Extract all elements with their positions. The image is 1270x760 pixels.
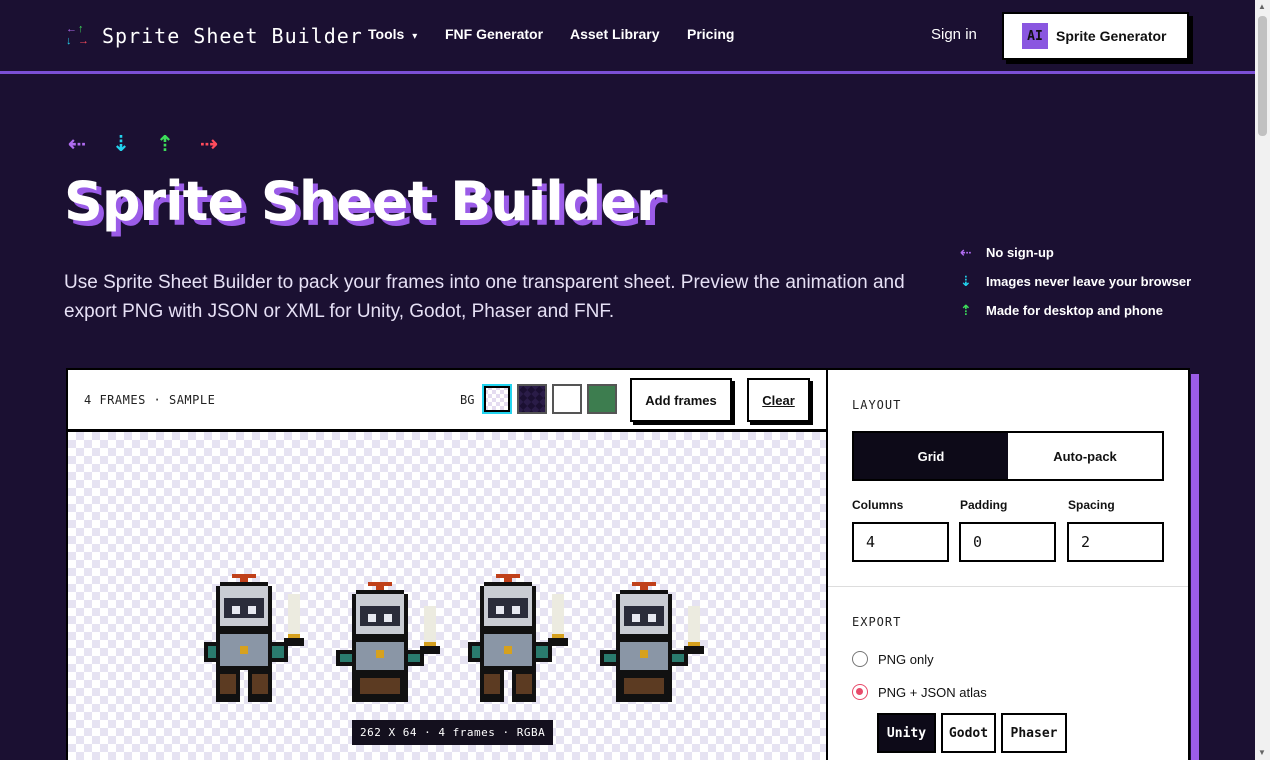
sprite-editor-panel: 4 FRAMES · SAMPLE BG Add frames Clear 26… [66,368,828,760]
scroll-down-icon[interactable]: ▼ [1258,748,1266,757]
bg-label: BG [460,393,475,407]
up-arrow-icon: ⇡ [960,302,972,318]
logo-arrows-icon: ← ↑ ↓ → [66,23,89,47]
bg-swatch-white[interactable] [552,384,582,414]
radio-selected-icon [852,684,868,700]
hero-description: Use Sprite Sheet Builder to pack your fr… [64,272,905,322]
feature-item: ⇠ No sign-up [960,238,1191,267]
chevron-down-icon: ▾ [412,31,418,42]
sprite-generator-label: Sprite Generator [1056,28,1167,44]
feature-item: ⇡ Made for desktop and phone [960,296,1191,325]
down-arrow-icon: ⇣ [960,273,972,289]
clear-button[interactable]: Clear [747,378,810,422]
divider [828,586,1188,587]
sign-in-link[interactable]: Sign in [931,26,977,43]
logo-text: Sprite Sheet Builder [102,24,363,48]
bg-swatch-dark[interactable] [517,384,547,414]
logo[interactable]: ← ↑ ↓ → Sprite Sheet Builder [66,23,363,49]
sprite-frame [600,582,704,702]
columns-input[interactable]: 4 [852,522,949,562]
radio-icon [852,651,868,667]
editor-toolbar: 4 FRAMES · SAMPLE BG Add frames Clear [68,370,826,432]
engine-phaser-button[interactable]: Phaser [1001,713,1067,753]
bg-swatch-checker[interactable] [482,384,512,414]
sprite-frame [204,574,304,702]
right-arrow-icon: ⇢ [199,131,219,156]
left-arrow-icon: ⇠ [960,244,972,260]
down-arrow-icon: ⇣ [111,131,131,156]
page-title: Sprite Sheet Builder [64,170,663,233]
padding-input[interactable]: 0 [959,522,1056,562]
left-arrow-icon: ⇠ [67,131,87,156]
nav-link-fnf-generator[interactable]: FNF Generator [445,26,543,42]
sprite-frame [336,582,440,702]
add-frames-button[interactable]: Add frames [630,378,732,422]
feature-text: Made for desktop and phone [986,303,1163,318]
settings-panel: LAYOUT Grid Auto-pack Columns Padding Sp… [828,368,1190,760]
nav-link-pricing[interactable]: Pricing [687,26,734,42]
spacing-label: Spacing [1068,498,1115,512]
columns-label: Columns [852,498,904,512]
top-nav: ← ↑ ↓ → Sprite Sheet Builder Tools ▾ FNF… [0,0,1255,74]
nav-link-asset-library[interactable]: Asset Library [570,26,659,42]
feature-list: ⇠ No sign-up ⇣ Images never leave your b… [960,238,1191,325]
spacing-input[interactable]: 2 [1067,522,1164,562]
export-section-label: EXPORT [852,615,902,629]
layout-toggle: Grid Auto-pack [852,431,1164,481]
nav-link-tools[interactable]: Tools ▾ [368,26,417,42]
layout-grid-option[interactable]: Grid [854,433,1008,479]
nav-link-label: Tools [368,26,405,42]
scroll-up-icon[interactable]: ▲ [1258,2,1266,11]
bg-swatch-green[interactable] [587,384,617,414]
frames-count-label: 4 FRAMES · SAMPLE [84,393,216,407]
accent-bar [1191,374,1199,760]
layout-section-label: LAYOUT [852,398,902,412]
feature-item: ⇣ Images never leave your browser [960,267,1191,296]
engine-unity-button[interactable]: Unity [877,713,936,753]
padding-label: Padding [960,498,1008,512]
export-png-only-option[interactable]: PNG only [852,651,934,667]
layout-autopack-option[interactable]: Auto-pack [1008,433,1162,479]
feature-text: Images never leave your browser [986,274,1192,289]
hero-arrows: ⇠ ⇣ ⇡ ⇢ [66,132,220,156]
ai-badge-icon: AI [1022,23,1048,49]
radio-label: PNG + JSON atlas [878,684,987,700]
export-png-json-option[interactable]: PNG + JSON atlas [852,684,987,700]
sheet-info-badge: 262 X 64 · 4 frames · RGBA [352,720,554,745]
scroll-thumb[interactable] [1258,16,1267,136]
page-scrollbar[interactable]: ▲ ▼ [1255,0,1270,760]
engine-godot-button[interactable]: Godot [941,713,996,753]
up-arrow-icon: ⇡ [155,131,175,156]
feature-text: No sign-up [986,245,1054,260]
sprite-frame [468,574,568,702]
sprite-canvas[interactable]: 262 X 64 · 4 frames · RGBA [68,432,826,760]
radio-label: PNG only [878,651,934,667]
sprite-generator-button[interactable]: AI Sprite Generator [1002,12,1189,60]
